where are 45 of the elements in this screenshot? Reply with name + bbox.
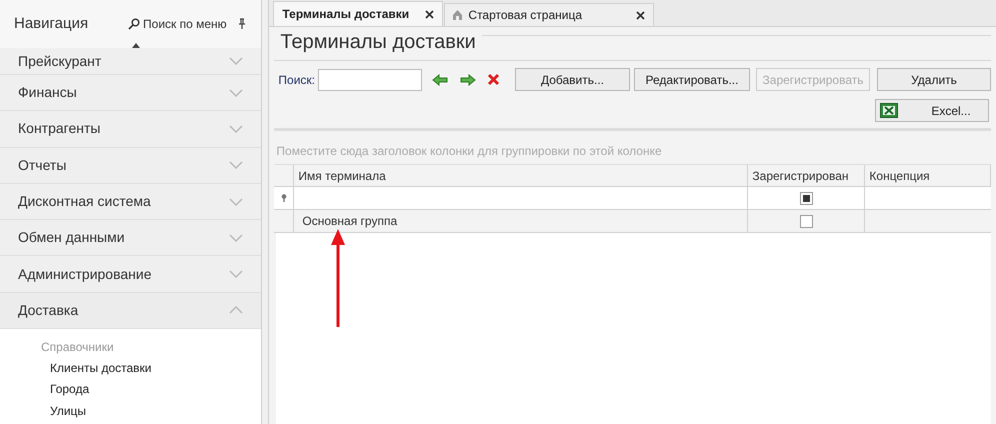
nav-item[interactable]: Обмен данными	[0, 220, 261, 256]
group-panel-hint: Поместите сюда заголовок колонки для группировки по этой колонке	[274, 131, 991, 165]
nav-item[interactable]: Контрагенты	[0, 111, 261, 148]
checkbox[interactable]	[800, 214, 813, 228]
nav-section-label: Справочники	[40, 338, 115, 356]
column-header[interactable]: Зарегистрирован	[748, 165, 866, 186]
chevron-down-icon	[228, 270, 243, 278]
tab[interactable]: Стартовая страница	[444, 3, 654, 26]
page-title: Терминалы доставки	[279, 30, 477, 55]
chevron-down-icon	[228, 234, 243, 242]
nav-item[interactable]: Финансы	[0, 75, 261, 112]
chevron-up-icon	[228, 306, 243, 314]
close-icon[interactable]	[636, 10, 646, 20]
menu-search-link[interactable]: Поиск по меню	[128, 15, 227, 33]
nav-item[interactable]: Отчеты	[0, 148, 261, 184]
search-icon	[128, 18, 140, 30]
chevron-down-icon	[228, 57, 243, 65]
nav-title: Навигация	[14, 14, 90, 34]
tab[interactable]: Терминалы доставки	[273, 1, 444, 26]
column-header[interactable]: Концепция	[865, 165, 991, 186]
left-arrow-icon	[432, 74, 448, 86]
chevron-down-icon	[228, 198, 243, 206]
close-icon[interactable]	[425, 10, 434, 18]
excel-button[interactable]: Excel...	[875, 99, 989, 122]
toolbar-button[interactable]: Удалить	[877, 68, 991, 91]
chevron-down-icon	[228, 161, 243, 170]
toolbar-button[interactable]: Редактировать...	[634, 68, 750, 91]
chevron-down-icon	[228, 88, 243, 97]
right-arrow-icon	[460, 74, 476, 86]
nav-subitem[interactable]: Города	[0, 378, 261, 400]
nav-item[interactable]: Дисконтная система	[0, 184, 261, 220]
nav-subitem[interactable]: Улицы	[0, 400, 261, 422]
filter-icon	[280, 194, 287, 202]
clear-icon	[487, 73, 500, 86]
spreadsheet-icon	[880, 103, 898, 118]
toolbar-button[interactable]: Добавить...	[515, 68, 630, 91]
nav-item[interactable]: Доставка	[0, 292, 261, 330]
search-label: Поиск:	[278, 72, 315, 88]
nav-item[interactable]: Администрирование	[0, 256, 261, 293]
column-header[interactable]: Имя терминала	[294, 165, 748, 186]
nav-item[interactable]: Прейскурант	[0, 48, 261, 75]
chevron-down-icon	[228, 124, 243, 133]
search-field[interactable]	[318, 68, 422, 90]
checkbox[interactable]	[800, 192, 813, 204]
nav-subitem[interactable]: Клиенты доставки	[0, 357, 261, 379]
